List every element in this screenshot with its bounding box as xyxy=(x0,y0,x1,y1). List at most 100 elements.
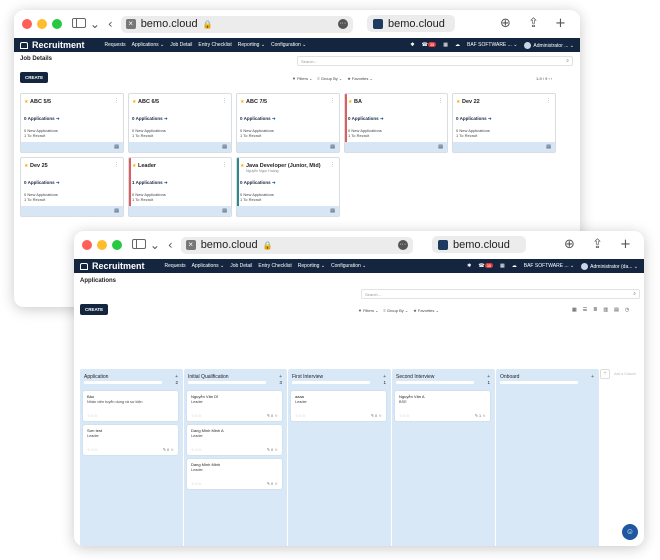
pager-next-icon[interactable]: › xyxy=(551,76,552,81)
applications-link[interactable]: 0 Applications ➜ xyxy=(456,116,492,122)
download-icon[interactable]: ⊕ xyxy=(500,16,511,31)
nav-applications[interactable]: Applications ⌄ xyxy=(132,42,165,48)
card-meta[interactable]: ✎ 0 ☺ xyxy=(267,481,278,486)
cloud-icon[interactable]: ☁ xyxy=(512,263,517,269)
list-icon[interactable]: ▤ xyxy=(546,144,551,150)
list-icon[interactable]: ▤ xyxy=(330,208,335,214)
pager-value[interactable]: 1-9 / 9 xyxy=(536,76,547,81)
zoom-window-button[interactable] xyxy=(112,240,122,250)
back-arrow-icon[interactable]: ‹ xyxy=(108,17,113,31)
card-meta[interactable]: ✎ 0 ☺ xyxy=(371,413,382,418)
applicant-card[interactable]: Bảo Nhân viên tuyển dụng và sự kiện ☆☆☆ xyxy=(83,391,178,421)
favorite-star-icon[interactable]: ★ xyxy=(348,99,352,105)
bug-icon[interactable]: ✱ xyxy=(467,263,471,269)
favorite-star-icon[interactable]: ★ xyxy=(132,163,136,169)
nav-configuration[interactable]: Configuration ⌄ xyxy=(331,263,366,269)
sidebar-toggle-icon[interactable]: ⌄ xyxy=(72,17,100,31)
cloud-icon[interactable]: ☁ xyxy=(455,42,460,48)
add-card-icon[interactable]: + xyxy=(591,374,594,380)
company-switcher[interactable]: BAF SOFTWARE ... ⌄ xyxy=(524,263,574,269)
browser-tab[interactable]: bemo.cloud xyxy=(367,15,455,32)
nav-requests[interactable]: Requests xyxy=(165,263,186,269)
more-icon[interactable]: ··· xyxy=(397,240,408,250)
applications-link[interactable]: 1 Applications ➜ xyxy=(132,180,168,186)
close-window-button[interactable] xyxy=(22,19,32,29)
favorite-star-icon[interactable]: ★ xyxy=(456,99,460,105)
nav-applications[interactable]: Applications ⌄ xyxy=(192,263,225,269)
clock-view-icon[interactable]: ◷ xyxy=(625,307,629,313)
add-column-button[interactable]: + xyxy=(600,369,610,379)
card-meta[interactable]: ✎ 0 ☺ xyxy=(163,447,174,452)
close-window-button[interactable] xyxy=(82,240,92,250)
favorites-dropdown[interactable]: ★ Favorites ⌄ xyxy=(347,76,373,81)
job-card[interactable]: ★ ABC 6/5 ⋮ 0 Applications ➜ 0 New Applicati… xyxy=(128,93,232,153)
search-icon[interactable]: ⌕ xyxy=(633,291,636,297)
nav-job-detail[interactable]: Job Detail xyxy=(230,263,252,269)
bug-icon[interactable]: ✱ xyxy=(410,42,414,48)
job-card[interactable]: ★ Java Developer (Junior, Mid) Nguyễn Ngọc… xyxy=(236,157,340,217)
applicant-card[interactable]: Nguyễn Văn A BSE ☆☆☆ ✎ 1 ☺ xyxy=(395,391,490,421)
rating-stars[interactable]: ☆☆☆ xyxy=(191,447,202,452)
download-icon[interactable]: ⊕ xyxy=(564,237,575,252)
card-menu-icon[interactable]: ⋮ xyxy=(114,98,119,104)
rating-stars[interactable]: ☆☆☆ xyxy=(87,413,98,418)
applicant-card[interactable]: Sơn test Leader ☆☆☆ ✎ 0 ☺ xyxy=(83,425,178,455)
card-meta[interactable]: ✎ 1 ☺ xyxy=(475,413,486,418)
column-title[interactable]: Onboard xyxy=(500,374,519,380)
applicant-card[interactable]: Nguyễn Văn Dĩ Leader ☆☆☆ ✎ 0 ☺ xyxy=(187,391,282,421)
favorite-star-icon[interactable]: ★ xyxy=(24,99,28,105)
applicant-card[interactable]: aaaa Leader ☆☆☆ ✎ 0 ☺ xyxy=(291,391,386,421)
list-icon[interactable]: ▤ xyxy=(222,208,227,214)
nav-entry-checklist[interactable]: Entry Checklist xyxy=(258,263,291,269)
favorite-star-icon[interactable]: ★ xyxy=(240,163,244,169)
rating-stars[interactable]: ☆☆☆ xyxy=(399,413,410,418)
job-card[interactable]: ★ ABC 7/5 ⋮ 0 Applications ➜ 0 New Applicati… xyxy=(236,93,340,153)
search-input[interactable]: Search... ⌕ xyxy=(297,56,573,66)
favorite-star-icon[interactable]: ★ xyxy=(240,99,244,105)
filters-dropdown[interactable]: ▼ Filters ⌄ xyxy=(358,308,378,313)
share-icon[interactable]: ⇪ xyxy=(592,237,603,252)
favorite-star-icon[interactable]: ★ xyxy=(24,163,28,169)
applications-link[interactable]: 0 Applications ➜ xyxy=(24,116,60,122)
job-card[interactable]: ★ Leader ⋮ 1 Applications ➜ 0 New Applicatio… xyxy=(128,157,232,217)
more-icon[interactable]: ··· xyxy=(337,19,348,29)
job-card[interactable]: ★ ABC 5/5 ⋮ 0 Applications ➜ 0 New Applicati… xyxy=(20,93,124,153)
graph-view-icon[interactable]: ▥ xyxy=(603,307,608,313)
address-bar[interactable]: × bemo.cloud 🔒 ··· xyxy=(180,236,413,254)
card-menu-icon[interactable]: ⋮ xyxy=(222,98,227,104)
user-menu[interactable]: Administrator (da... ⌄ xyxy=(581,262,638,270)
zoom-window-button[interactable] xyxy=(52,19,62,29)
list-icon[interactable]: ▤ xyxy=(114,208,119,214)
column-title[interactable]: Application xyxy=(84,374,108,380)
create-button[interactable]: CREATE xyxy=(80,304,109,315)
applications-link[interactable]: 0 Applications ➜ xyxy=(240,180,276,186)
list-icon[interactable]: ▤ xyxy=(222,144,227,150)
favorite-star-icon[interactable]: ★ xyxy=(132,99,136,105)
applicant-card[interactable]: Dang Minh Minh A Leader ☆☆☆ ✎ 0 ☺ xyxy=(187,425,282,455)
notification-icon[interactable]: ☎ 35 xyxy=(478,263,494,269)
back-arrow-icon[interactable]: ‹ xyxy=(168,238,173,252)
grid-icon[interactable]: ▦ xyxy=(443,42,448,48)
company-switcher[interactable]: BAF SOFTWARE ... ⌄ xyxy=(467,42,517,48)
notification-icon[interactable]: ☎ 35 xyxy=(422,42,437,48)
job-card[interactable]: ★ BA ⋮ 0 Applications ➜ 0 New Applications 1 … xyxy=(344,93,448,153)
activity-view-icon[interactable]: ≣ xyxy=(593,307,597,313)
rating-stars[interactable]: ☆☆☆ xyxy=(87,447,98,452)
rating-stars[interactable]: ☆☆☆ xyxy=(191,413,202,418)
group-by-dropdown[interactable]: ≡ Group By ⌄ xyxy=(317,76,342,81)
search-input[interactable]: Search... ⌕ xyxy=(361,289,640,299)
rating-stars[interactable]: ☆☆☆ xyxy=(191,481,202,486)
card-meta[interactable]: ✎ 0 ☺ xyxy=(267,413,278,418)
card-menu-icon[interactable]: ⋮ xyxy=(546,98,551,104)
help-chat-icon[interactable]: ☺ xyxy=(622,524,638,540)
nav-reporting[interactable]: Reporting ⌄ xyxy=(298,263,325,269)
applicant-card[interactable]: Dang Minh Minh Leader ☆☆☆ ✎ 0 ☺ xyxy=(187,459,282,489)
minimize-window-button[interactable] xyxy=(37,19,47,29)
tab-close-icon[interactable]: × xyxy=(125,19,136,29)
minimize-window-button[interactable] xyxy=(97,240,107,250)
share-icon[interactable]: ⇪ xyxy=(528,16,539,31)
search-icon[interactable]: ⌕ xyxy=(566,58,569,64)
new-tab-icon[interactable]: + xyxy=(555,16,566,31)
card-menu-icon[interactable]: ⋮ xyxy=(222,162,227,168)
create-button[interactable]: CREATE xyxy=(20,72,49,83)
